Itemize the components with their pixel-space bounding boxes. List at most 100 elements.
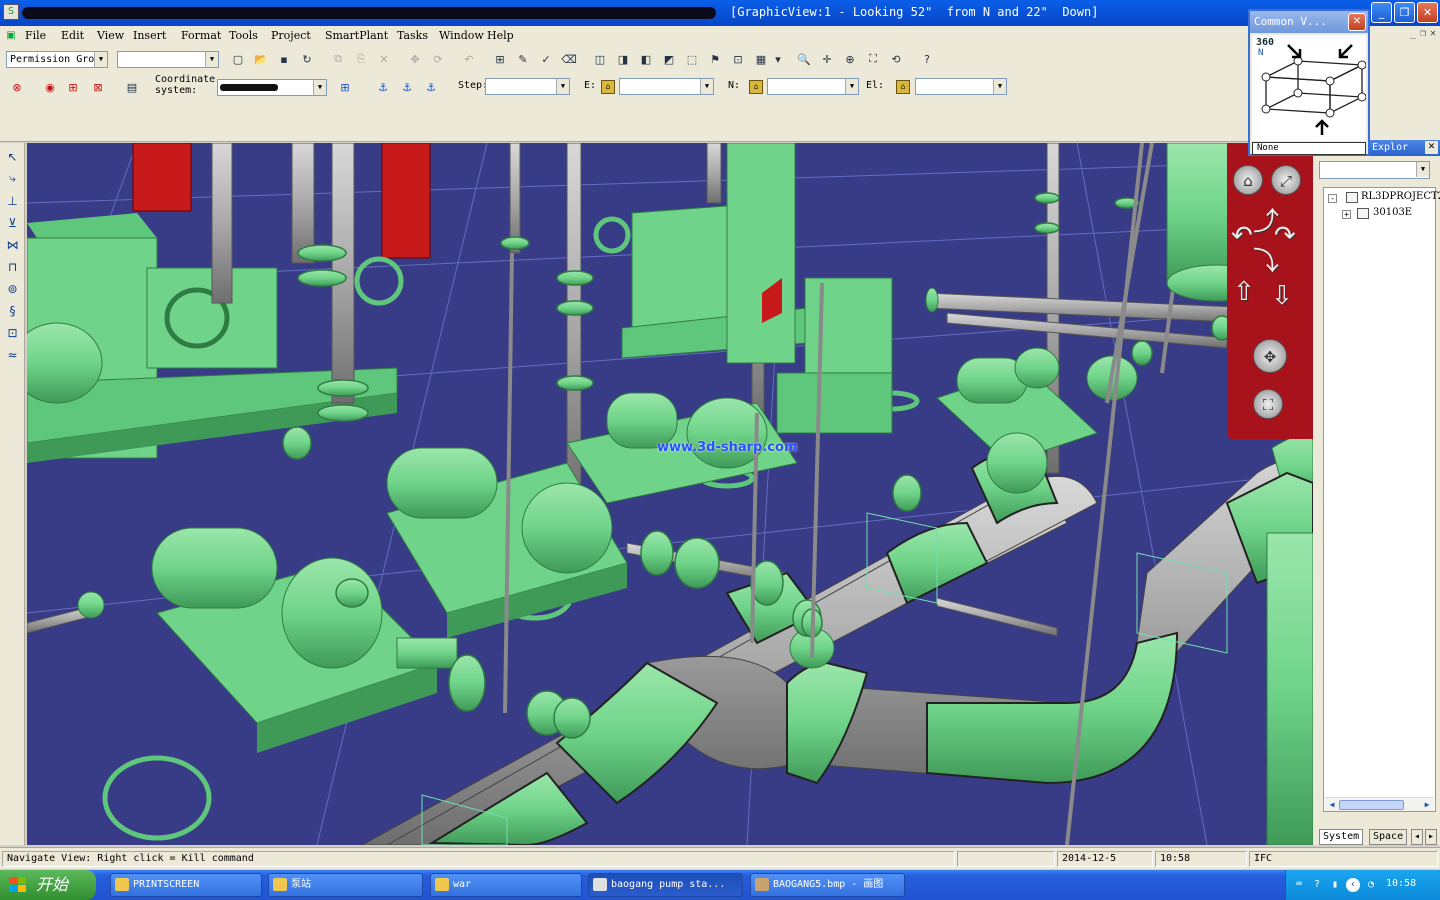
save-icon[interactable]: ▪ (274, 49, 294, 69)
style-select[interactable]: ▼ (117, 51, 219, 68)
rotate-icon[interactable]: ⟳ (428, 49, 448, 69)
chevron-down-icon[interactable]: ▼ (993, 79, 1006, 94)
view-side-icon[interactable]: ◩ (659, 49, 679, 69)
keyboard-icon[interactable]: ⌨ (1292, 878, 1306, 892)
menu-file[interactable]: File (25, 29, 46, 42)
route-pipe-icon[interactable]: ⤷ (3, 169, 22, 188)
help-icon[interactable]: ? (917, 49, 937, 69)
fly-icon[interactable]: ✥ (1253, 339, 1287, 373)
insert-feature-icon[interactable]: § (3, 301, 22, 320)
rotate-down-icon[interactable]: ⤵ (1253, 241, 1279, 278)
tree-expander[interactable]: - (1328, 194, 1337, 203)
help-icon[interactable]: ? (1310, 878, 1324, 892)
graphic-view[interactable]: www.3d-sharp.com ? ⌂ ⤢ ↶ ⤴ ↷ ⤵ ⇧ ⇩ ✥ ⛶ (27, 143, 1313, 845)
coordinate-icon[interactable]: ⊞ (335, 77, 355, 97)
menu-project[interactable]: Project (271, 29, 311, 42)
chevron-down-icon[interactable]: ▼ (94, 52, 107, 67)
close-button[interactable]: ✕ (1417, 2, 1438, 23)
insert-tap-icon[interactable]: ⊻ (3, 213, 22, 232)
menu-window[interactable]: Window (439, 29, 484, 42)
properties-icon[interactable]: ▤ (122, 77, 142, 97)
doc-icon[interactable]: ▣ (2, 26, 20, 44)
restore-button[interactable]: ❐ (1394, 2, 1415, 23)
select-arrow-icon[interactable]: ↖ (3, 147, 22, 166)
explorer-header[interactable]: Explor ✕ (1370, 140, 1440, 156)
chevron-down-icon[interactable]: ▼ (313, 80, 326, 95)
task-war[interactable]: war (430, 873, 582, 897)
view-top-icon[interactable]: ◧ (636, 49, 656, 69)
start-button[interactable]: 开始 (0, 870, 96, 900)
tree-expander[interactable]: + (1342, 210, 1351, 219)
chevron-down-icon[interactable]: ▼ (845, 79, 858, 94)
paste-icon[interactable]: ⎘ (351, 49, 371, 69)
new-icon[interactable]: ▢ (228, 49, 248, 69)
relative-icon[interactable]: ⊞ (63, 77, 83, 97)
measure-icon[interactable]: ⊞ (490, 49, 510, 69)
refresh-icon[interactable]: ↻ (297, 49, 317, 69)
menu-view[interactable]: View (97, 29, 124, 42)
permission-group-select[interactable]: Permission Gro ▼ (6, 51, 108, 68)
menu-edit[interactable]: Edit (61, 29, 84, 42)
menu-tools[interactable]: Tools (229, 29, 258, 42)
explorer-tree[interactable]: - RL3DPROJECT2 + 30103E (1323, 187, 1440, 812)
chevron-down-icon[interactable]: ▾ (772, 49, 784, 69)
insert-component-icon[interactable]: ⊥ (3, 191, 22, 210)
e-input[interactable]: ▼ (619, 78, 714, 95)
reposition-icon[interactable]: ⊠ (88, 77, 108, 97)
menu-format[interactable]: Format (181, 29, 221, 42)
rectangular-icon[interactable]: ⚓ (373, 77, 393, 97)
tab-space[interactable]: Space (1369, 829, 1408, 845)
pump-skid-1[interactable] (151, 527, 458, 753)
network-icon[interactable]: ◔ (1364, 878, 1378, 892)
clip-icon[interactable]: ⊡ (728, 49, 748, 69)
view-back-icon[interactable]: ◨ (613, 49, 633, 69)
eraser-icon[interactable]: ⌫ (559, 49, 579, 69)
cylindrical-icon[interactable]: ⚓ (421, 77, 441, 97)
tab-system[interactable]: System (1319, 829, 1364, 845)
view-front-icon[interactable]: ◫ (590, 49, 610, 69)
tree-node-root[interactable]: RL3DPROJECT2 (1361, 191, 1440, 202)
insert-split-icon[interactable]: ⋈ (3, 235, 22, 254)
common-views-field[interactable]: None (1252, 142, 1366, 155)
view-cube[interactable]: 360 N (1252, 35, 1367, 141)
n-input[interactable]: ▼ (767, 78, 859, 95)
lock-icon[interactable]: ⌂ (601, 80, 615, 94)
tab-prev-icon[interactable]: ◂ (1411, 829, 1423, 845)
scroll-right-icon[interactable]: ▶ (1421, 799, 1433, 811)
spherical-icon[interactable]: ⚓ (397, 77, 417, 97)
home-icon[interactable]: ⌂ (1233, 165, 1263, 195)
minimize-button[interactable]: _ (1371, 2, 1392, 23)
chevron-down-icon[interactable]: ▼ (1416, 162, 1429, 177)
volume-icon[interactable]: ▮ (1328, 878, 1342, 892)
chevron-down-icon[interactable]: ▼ (700, 79, 713, 94)
mdi-close-icon[interactable]: ✕ (1430, 28, 1436, 39)
orbit-icon[interactable]: ⟲ (886, 49, 906, 69)
check-icon[interactable]: ✓ (536, 49, 556, 69)
move-up-icon[interactable]: ⇧ (1233, 277, 1255, 307)
task-paint[interactable]: BAOGANG5.bmp - 画图 (750, 873, 905, 897)
lock-icon[interactable]: ⌂ (896, 80, 910, 94)
explorer-close-icon[interactable]: ✕ (1425, 141, 1438, 154)
zoom-fit-icon[interactable]: ⛶ (1253, 389, 1283, 419)
scroll-thumb[interactable] (1339, 800, 1404, 810)
coordinate-system-select[interactable]: ▼ (217, 79, 327, 96)
open-icon[interactable]: 📂 (251, 49, 271, 69)
mdi-restore-icon[interactable]: ❐ (1420, 28, 1426, 39)
tray-clock[interactable]: 10:58 (1386, 878, 1416, 889)
tree-node-30103e[interactable]: 30103E (1373, 207, 1412, 218)
el-input[interactable]: ▼ (915, 78, 1007, 95)
copy-icon[interactable]: ⧉ (328, 49, 348, 69)
menu-insert[interactable]: Insert (133, 29, 166, 42)
rotate-left-icon[interactable]: ↶ (1231, 221, 1253, 251)
tree-scrollbar[interactable]: ◀ ▶ (1325, 797, 1434, 811)
move-down-icon[interactable]: ⇩ (1271, 281, 1293, 311)
insert-tag-icon[interactable]: ≈ (3, 345, 22, 364)
filter-icon[interactable]: ⚑ (705, 49, 725, 69)
delete-icon[interactable]: ✕ (374, 49, 394, 69)
cancel-command-icon[interactable]: ⊗ (6, 77, 28, 97)
chevron-left-icon[interactable]: ‹ (1346, 878, 1360, 892)
task-pump-station[interactable]: 泵站 (268, 873, 423, 897)
title-bar[interactable]: S [GraphicView:1 - Looking 52" from N an… (0, 0, 1440, 26)
task-smartplant[interactable]: baogang pump sta... (588, 873, 743, 897)
tools-icon[interactable]: ✎ (513, 49, 533, 69)
